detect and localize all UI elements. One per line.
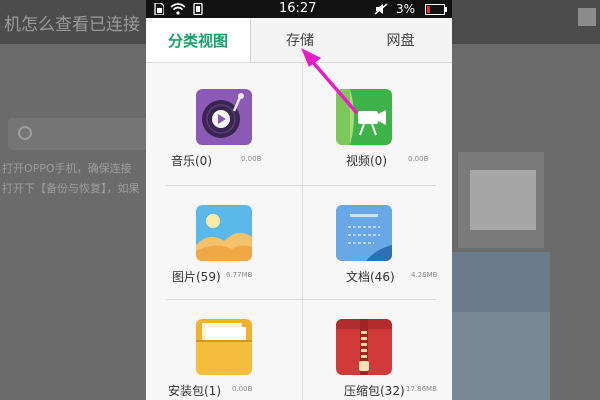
- grid-divider: [166, 299, 436, 300]
- category-label: 文档(46): [346, 270, 395, 284]
- video-icon: [336, 89, 392, 145]
- wifi-icon: [170, 3, 186, 15]
- background-card-image: [470, 170, 536, 230]
- background-search-icon: [18, 126, 32, 140]
- status-time: 16:27: [279, 1, 317, 16]
- tab-storage[interactable]: 存储: [251, 18, 349, 62]
- document-icon: [336, 205, 392, 261]
- tab-category-view[interactable]: 分类视图: [146, 18, 251, 62]
- tab-bar: 分类视图 存储 网盘: [146, 18, 452, 63]
- background-image: [452, 252, 550, 312]
- category-music[interactable]: 音乐(0) 0.00B: [166, 73, 306, 183]
- category-label: 压缩包(32): [344, 384, 405, 398]
- background-image: [452, 312, 550, 400]
- category-label: 图片(59): [172, 270, 221, 284]
- phone-screen: 16:27 3% 分类视图 存储 网盘 音乐(0) 0.00B 视频(0) 0.…: [146, 0, 452, 400]
- vibrate-icon: [193, 3, 203, 15]
- category-label: 视频(0): [346, 154, 387, 168]
- sim-icon: [154, 3, 164, 15]
- category-label: 安装包(1): [168, 384, 221, 398]
- category-video[interactable]: 视频(0) 0.00B: [306, 73, 446, 183]
- battery-percent: 3%: [396, 2, 416, 16]
- category-size: 0.00B: [232, 385, 253, 393]
- category-size: 0.00B: [408, 155, 429, 163]
- category-size: 0.00B: [241, 155, 262, 163]
- picture-icon: [196, 205, 252, 261]
- battery-level: [427, 6, 430, 13]
- category-pictures[interactable]: 图片(59) 6.77MB: [166, 189, 306, 299]
- tab-cloud-drive[interactable]: 网盘: [349, 18, 452, 62]
- category-packages[interactable]: 安装包(1) 0.00B: [166, 303, 306, 400]
- category-size: 4.26MB: [411, 271, 438, 279]
- background-text-line: 打开下【备份与恢复】，如果: [2, 182, 140, 195]
- category-label: 音乐(0): [171, 154, 212, 168]
- background-text-line: 打开OPPO手机，确保连接: [2, 162, 132, 175]
- background-search-box: [8, 118, 158, 150]
- battery-icon: [425, 4, 447, 15]
- mute-icon: [374, 3, 388, 15]
- grid-divider: [166, 185, 436, 186]
- category-documents[interactable]: 文档(46) 4.26MB: [306, 189, 446, 299]
- background-title: 机怎么查看已连接: [4, 15, 140, 35]
- zip-icon: [336, 319, 392, 375]
- background-close-icon: [578, 8, 596, 26]
- status-bar: 16:27 3%: [146, 0, 452, 18]
- category-size: 6.77MB: [226, 271, 253, 279]
- package-icon: [196, 319, 252, 375]
- category-size: 17.86MB: [406, 385, 437, 393]
- music-icon: [196, 89, 252, 145]
- category-archives[interactable]: 压缩包(32) 17.86MB: [306, 303, 446, 400]
- category-grid: 音乐(0) 0.00B 视频(0) 0.00B 图片(59) 6.77MB 文档…: [146, 63, 452, 400]
